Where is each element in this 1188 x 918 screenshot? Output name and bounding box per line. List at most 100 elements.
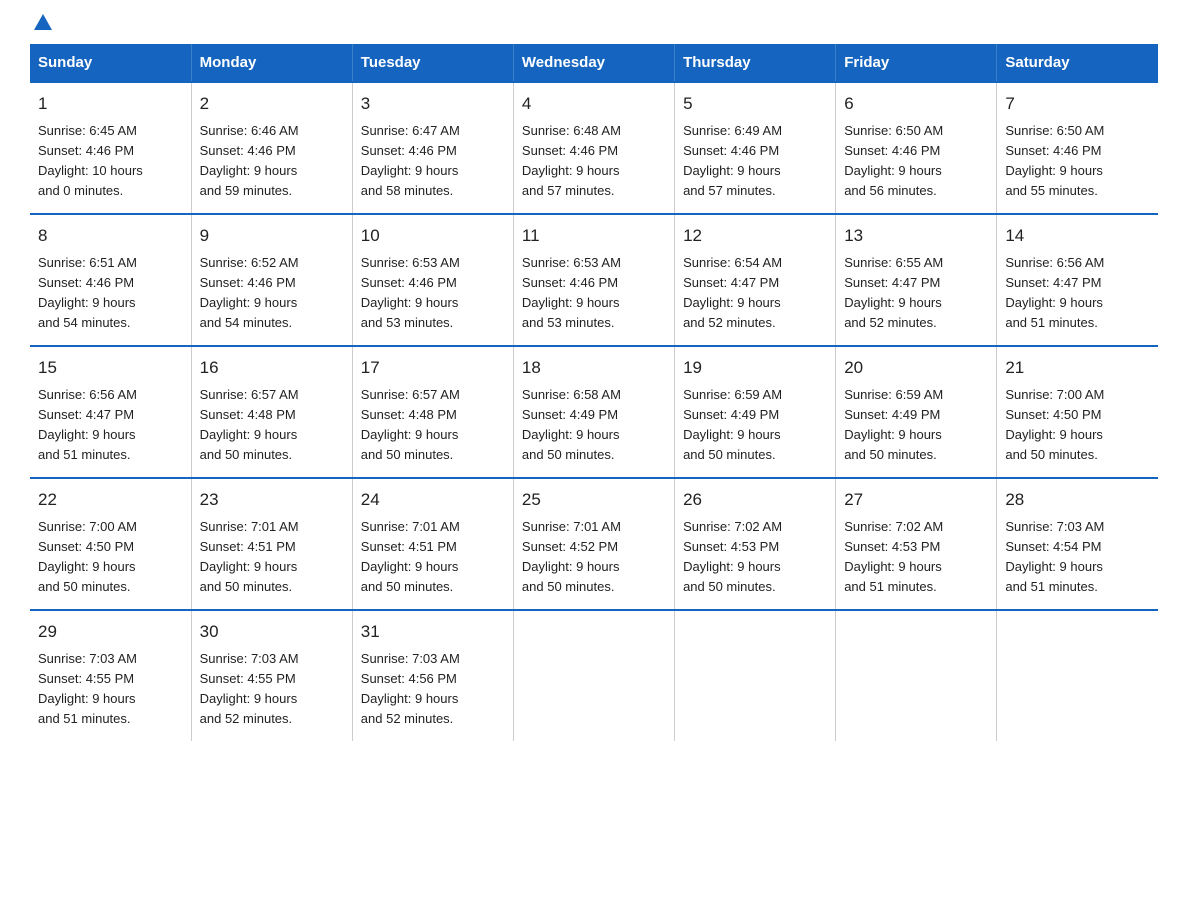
calendar-cell: 7 Sunrise: 6:50 AMSunset: 4:46 PMDaylight…	[997, 82, 1158, 214]
day-info: Sunrise: 7:01 AMSunset: 4:51 PMDaylight:…	[361, 517, 505, 598]
calendar-cell: 5 Sunrise: 6:49 AMSunset: 4:46 PMDaylight…	[675, 82, 836, 214]
calendar-cell: 30Sunrise: 7:03 AMSunset: 4:55 PMDayligh…	[191, 610, 352, 741]
day-info: Sunrise: 6:58 AMSunset: 4:49 PMDaylight:…	[522, 385, 666, 466]
day-info: Sunrise: 7:03 AMSunset: 4:54 PMDaylight:…	[1005, 517, 1150, 598]
day-number: 17	[361, 355, 505, 381]
day-info: Sunrise: 6:52 AMSunset: 4:46 PMDaylight:…	[200, 253, 344, 334]
day-info: Sunrise: 6:54 AMSunset: 4:47 PMDaylight:…	[683, 253, 827, 334]
calendar-cell: 4 Sunrise: 6:48 AMSunset: 4:46 PMDaylight…	[513, 82, 674, 214]
day-info: Sunrise: 6:53 AMSunset: 4:46 PMDaylight:…	[361, 253, 505, 334]
calendar-cell: 18Sunrise: 6:58 AMSunset: 4:49 PMDayligh…	[513, 346, 674, 478]
day-number: 27	[844, 487, 988, 513]
calendar-cell: 1 Sunrise: 6:45 AMSunset: 4:46 PMDaylight…	[30, 82, 191, 214]
day-number: 14	[1005, 223, 1150, 249]
calendar-cell: 2 Sunrise: 6:46 AMSunset: 4:46 PMDaylight…	[191, 82, 352, 214]
day-info: Sunrise: 6:48 AMSunset: 4:46 PMDaylight:…	[522, 121, 666, 202]
day-info: Sunrise: 6:50 AMSunset: 4:46 PMDaylight:…	[844, 121, 988, 202]
calendar-table: SundayMondayTuesdayWednesdayThursdayFrid…	[30, 44, 1158, 741]
day-number: 3	[361, 91, 505, 117]
logo	[30, 20, 52, 24]
day-number: 16	[200, 355, 344, 381]
day-number: 30	[200, 619, 344, 645]
day-number: 19	[683, 355, 827, 381]
day-info: Sunrise: 6:56 AMSunset: 4:47 PMDaylight:…	[1005, 253, 1150, 334]
calendar-cell: 21 Sunrise: 7:00 AMSunset: 4:50 PMDayligh…	[997, 346, 1158, 478]
calendar-cell: 25 Sunrise: 7:01 AMSunset: 4:52 PMDayligh…	[513, 478, 674, 610]
calendar-cell: 29 Sunrise: 7:03 AMSunset: 4:55 PMDayligh…	[30, 610, 191, 741]
day-info: Sunrise: 6:55 AMSunset: 4:47 PMDaylight:…	[844, 253, 988, 334]
day-number: 6	[844, 91, 988, 117]
day-info: Sunrise: 6:47 AMSunset: 4:46 PMDaylight:…	[361, 121, 505, 202]
day-info: Sunrise: 6:46 AMSunset: 4:46 PMDaylight:…	[200, 121, 344, 202]
calendar-cell: 24 Sunrise: 7:01 AMSunset: 4:51 PMDayligh…	[352, 478, 513, 610]
day-number: 4	[522, 91, 666, 117]
day-number: 20	[844, 355, 988, 381]
day-info: Sunrise: 7:02 AMSunset: 4:53 PMDaylight:…	[683, 517, 827, 598]
day-info: Sunrise: 6:56 AMSunset: 4:47 PMDaylight:…	[38, 385, 183, 466]
calendar-cell: 3 Sunrise: 6:47 AMSunset: 4:46 PMDaylight…	[352, 82, 513, 214]
week-row-2: 8Sunrise: 6:51 AMSunset: 4:46 PMDaylight…	[30, 214, 1158, 346]
day-info: Sunrise: 7:01 AMSunset: 4:51 PMDaylight:…	[200, 517, 344, 598]
calendar-cell: 19 Sunrise: 6:59 AMSunset: 4:49 PMDayligh…	[675, 346, 836, 478]
column-header-wednesday: Wednesday	[513, 44, 674, 82]
day-info: Sunrise: 7:00 AMSunset: 4:50 PMDaylight:…	[38, 517, 183, 598]
day-info: Sunrise: 6:45 AMSunset: 4:46 PMDaylight:…	[38, 121, 183, 202]
column-header-tuesday: Tuesday	[352, 44, 513, 82]
day-info: Sunrise: 6:50 AMSunset: 4:46 PMDaylight:…	[1005, 121, 1150, 202]
day-info: Sunrise: 7:03 AMSunset: 4:56 PMDaylight:…	[361, 649, 505, 730]
day-number: 25	[522, 487, 666, 513]
day-number: 29	[38, 619, 183, 645]
calendar-cell: 23Sunrise: 7:01 AMSunset: 4:51 PMDayligh…	[191, 478, 352, 610]
day-info: Sunrise: 6:59 AMSunset: 4:49 PMDaylight:…	[683, 385, 827, 466]
day-number: 12	[683, 223, 827, 249]
week-row-1: 1 Sunrise: 6:45 AMSunset: 4:46 PMDaylight…	[30, 82, 1158, 214]
column-header-friday: Friday	[836, 44, 997, 82]
calendar-cell: 26Sunrise: 7:02 AMSunset: 4:53 PMDayligh…	[675, 478, 836, 610]
day-number: 31	[361, 619, 505, 645]
calendar-cell	[997, 610, 1158, 741]
calendar-cell: 14 Sunrise: 6:56 AMSunset: 4:47 PMDayligh…	[997, 214, 1158, 346]
calendar-cell: 22 Sunrise: 7:00 AMSunset: 4:50 PMDayligh…	[30, 478, 191, 610]
calendar-cell: 8Sunrise: 6:51 AMSunset: 4:46 PMDaylight…	[30, 214, 191, 346]
day-info: Sunrise: 7:01 AMSunset: 4:52 PMDaylight:…	[522, 517, 666, 598]
day-number: 15	[38, 355, 183, 381]
column-header-saturday: Saturday	[997, 44, 1158, 82]
day-info: Sunrise: 6:49 AMSunset: 4:46 PMDaylight:…	[683, 121, 827, 202]
day-info: Sunrise: 7:00 AMSunset: 4:50 PMDaylight:…	[1005, 385, 1150, 466]
column-header-sunday: Sunday	[30, 44, 191, 82]
day-number: 2	[200, 91, 344, 117]
week-row-3: 15 Sunrise: 6:56 AMSunset: 4:47 PMDayligh…	[30, 346, 1158, 478]
week-row-4: 22 Sunrise: 7:00 AMSunset: 4:50 PMDayligh…	[30, 478, 1158, 610]
calendar-cell: 13 Sunrise: 6:55 AMSunset: 4:47 PMDayligh…	[836, 214, 997, 346]
calendar-cell: 10 Sunrise: 6:53 AMSunset: 4:46 PMDayligh…	[352, 214, 513, 346]
day-number: 24	[361, 487, 505, 513]
day-number: 5	[683, 91, 827, 117]
day-info: Sunrise: 6:57 AMSunset: 4:48 PMDaylight:…	[200, 385, 344, 466]
day-number: 8	[38, 223, 183, 249]
day-number: 10	[361, 223, 505, 249]
week-row-5: 29 Sunrise: 7:03 AMSunset: 4:55 PMDayligh…	[30, 610, 1158, 741]
calendar-cell: 28 Sunrise: 7:03 AMSunset: 4:54 PMDayligh…	[997, 478, 1158, 610]
day-number: 28	[1005, 487, 1150, 513]
calendar-header-row: SundayMondayTuesdayWednesdayThursdayFrid…	[30, 44, 1158, 82]
calendar-cell: 31 Sunrise: 7:03 AMSunset: 4:56 PMDayligh…	[352, 610, 513, 741]
day-number: 7	[1005, 91, 1150, 117]
day-info: Sunrise: 6:59 AMSunset: 4:49 PMDaylight:…	[844, 385, 988, 466]
calendar-cell: 16 Sunrise: 6:57 AMSunset: 4:48 PMDayligh…	[191, 346, 352, 478]
day-info: Sunrise: 7:03 AMSunset: 4:55 PMDaylight:…	[38, 649, 183, 730]
calendar-cell: 12 Sunrise: 6:54 AMSunset: 4:47 PMDayligh…	[675, 214, 836, 346]
page-header	[30, 20, 1158, 24]
calendar-cell: 27 Sunrise: 7:02 AMSunset: 4:53 PMDayligh…	[836, 478, 997, 610]
day-number: 13	[844, 223, 988, 249]
calendar-cell: 20 Sunrise: 6:59 AMSunset: 4:49 PMDayligh…	[836, 346, 997, 478]
day-number: 22	[38, 487, 183, 513]
day-number: 9	[200, 223, 344, 249]
day-number: 21	[1005, 355, 1150, 381]
day-info: Sunrise: 7:02 AMSunset: 4:53 PMDaylight:…	[844, 517, 988, 598]
calendar-cell: 15 Sunrise: 6:56 AMSunset: 4:47 PMDayligh…	[30, 346, 191, 478]
calendar-cell	[675, 610, 836, 741]
day-number: 1	[38, 91, 183, 117]
calendar-cell: 6 Sunrise: 6:50 AMSunset: 4:46 PMDaylight…	[836, 82, 997, 214]
calendar-cell: 11Sunrise: 6:53 AMSunset: 4:46 PMDayligh…	[513, 214, 674, 346]
calendar-cell: 17Sunrise: 6:57 AMSunset: 4:48 PMDayligh…	[352, 346, 513, 478]
